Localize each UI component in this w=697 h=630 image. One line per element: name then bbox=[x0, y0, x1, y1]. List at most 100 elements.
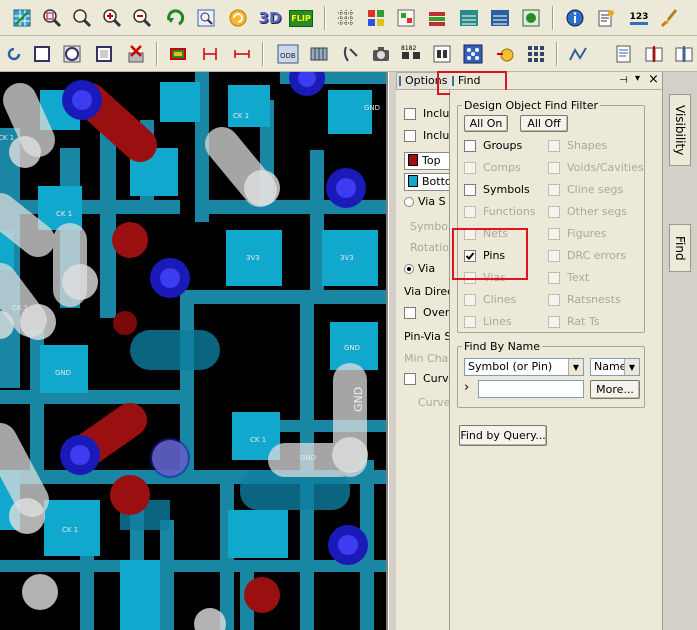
more-button[interactable]: More... bbox=[590, 380, 640, 399]
checkbox-box bbox=[464, 205, 476, 218]
all-off-button[interactable]: All Off bbox=[520, 115, 568, 132]
name-mode-select[interactable]: Name ▼ bbox=[590, 358, 640, 376]
filter-checkbox-symbols[interactable]: Symbols bbox=[464, 183, 530, 196]
select-rectangle-icon[interactable] bbox=[30, 42, 54, 66]
tab-find-side[interactable]: Find bbox=[669, 224, 691, 272]
filter-checkbox-lines[interactable]: Lines bbox=[464, 315, 512, 328]
dropdown-icon[interactable]: ▾ bbox=[635, 73, 640, 84]
swap-icon[interactable] bbox=[430, 42, 454, 66]
pcb-artwork: GND CK 1 CK 1 3V3 3V3 GND GND CK 1 GND C… bbox=[0, 72, 386, 630]
3d-view-icon[interactable]: 3D bbox=[256, 6, 284, 30]
via-array-icon[interactable] bbox=[461, 42, 485, 66]
pin-number-icon[interactable]: 8182 bbox=[398, 42, 424, 66]
close-icon[interactable]: × bbox=[648, 72, 659, 87]
find-name-input[interactable] bbox=[478, 380, 584, 398]
camera-icon[interactable] bbox=[369, 42, 393, 66]
checkbox-box bbox=[548, 205, 560, 218]
filter-checkbox-comps[interactable]: Comps bbox=[464, 161, 521, 174]
name-arrow-icon: › bbox=[464, 380, 470, 395]
override-checkbox[interactable]: Overr bbox=[404, 306, 449, 319]
include-checkbox-1[interactable]: Include bbox=[404, 107, 449, 120]
filter-checkbox-voids-cavities[interactable]: Voids/Cavities bbox=[548, 161, 644, 174]
filter-checkbox-other-segs[interactable]: Other segs bbox=[548, 205, 627, 218]
layer-stack-icon[interactable] bbox=[425, 6, 449, 30]
dimension-vertical-icon[interactable] bbox=[198, 42, 222, 66]
script-icon[interactable] bbox=[338, 42, 362, 66]
filter-checkbox-functions[interactable]: Functions bbox=[464, 205, 536, 218]
redraw-icon[interactable] bbox=[226, 6, 250, 30]
pin-icon[interactable]: ⊣ bbox=[619, 75, 628, 86]
min-channel-label: Min Chan bbox=[404, 352, 449, 365]
filter-checkbox-groups[interactable]: Groups bbox=[464, 139, 522, 152]
zoom-in-icon[interactable] bbox=[100, 6, 124, 30]
select-square-icon[interactable] bbox=[92, 42, 116, 66]
delete-icon[interactable] bbox=[124, 42, 148, 66]
idf-icon[interactable] bbox=[488, 6, 512, 30]
filter-checkbox-drc-errors[interactable]: DRC errors bbox=[548, 249, 626, 262]
component-place-icon[interactable] bbox=[166, 42, 190, 66]
measure-icon[interactable]: 123 bbox=[626, 6, 652, 30]
zoom-previous-icon[interactable] bbox=[163, 6, 187, 30]
shadow-toggle-icon[interactable] bbox=[394, 6, 418, 30]
filter-checkbox-ratsnests[interactable]: Ratsnests bbox=[548, 293, 621, 306]
include-checkbox-2[interactable]: Include bbox=[404, 129, 449, 142]
filter-checkbox-text[interactable]: Text bbox=[548, 271, 589, 284]
paint-brush-icon[interactable] bbox=[658, 6, 682, 30]
grid-refresh-icon[interactable] bbox=[10, 6, 34, 30]
select-circle-icon[interactable] bbox=[60, 42, 84, 66]
book-2-icon[interactable] bbox=[672, 42, 696, 66]
checkbox-box bbox=[548, 227, 560, 240]
panel-splitter[interactable] bbox=[388, 72, 396, 630]
grid-toggle-icon[interactable] bbox=[334, 6, 358, 30]
filter-checkbox-cline-segs[interactable]: Cline segs bbox=[548, 183, 623, 196]
color-dialog-icon[interactable] bbox=[364, 6, 388, 30]
book-icon[interactable] bbox=[642, 42, 666, 66]
via-radio[interactable]: Via bbox=[404, 262, 435, 275]
filter-checkbox-clines[interactable]: Clines bbox=[464, 293, 516, 306]
checkbox-label: Groups bbox=[483, 139, 523, 152]
filter-checkbox-shapes[interactable]: Shapes bbox=[548, 139, 607, 152]
zoom-out-icon[interactable] bbox=[130, 6, 154, 30]
checkbox-box bbox=[464, 315, 476, 328]
find-by-name-legend: Find By Name bbox=[464, 340, 541, 353]
cm-manager-icon[interactable] bbox=[457, 6, 481, 30]
pcb-design-canvas[interactable]: GND CK 1 CK 1 3V3 3V3 GND GND CK 1 GND C… bbox=[0, 72, 388, 630]
all-on-button[interactable]: All On bbox=[464, 115, 508, 132]
checkbox-label: Clines bbox=[483, 293, 517, 306]
filter-checkbox-figures[interactable]: Figures bbox=[548, 227, 606, 240]
bottom-layer-swatch[interactable]: Bottom bbox=[404, 173, 449, 191]
checkbox-box bbox=[548, 139, 560, 152]
settings-grid-icon[interactable] bbox=[519, 6, 543, 30]
chevron-down-icon: ▼ bbox=[568, 359, 583, 375]
find-panel: Design Object Find Filter All On All Off… bbox=[450, 90, 662, 630]
dimension-horizontal-icon[interactable] bbox=[230, 42, 254, 66]
top-layer-swatch[interactable]: Top bbox=[404, 152, 449, 170]
zoom-fit-icon[interactable] bbox=[70, 6, 94, 30]
find-by-query-button[interactable]: Find by Query... bbox=[459, 425, 547, 446]
module-icon[interactable] bbox=[307, 42, 331, 66]
zoom-world-icon[interactable] bbox=[194, 6, 218, 30]
svg-text:8182: 8182 bbox=[401, 45, 416, 52]
report-icon[interactable] bbox=[594, 6, 618, 30]
filter-checkbox-rat-ts[interactable]: Rat Ts bbox=[548, 315, 600, 328]
report-2-icon[interactable] bbox=[612, 42, 636, 66]
object-type-select[interactable]: Symbol (or Pin) ▼ bbox=[464, 358, 584, 376]
curve-checkbox[interactable]: Curve bbox=[404, 372, 449, 385]
rotate-icon[interactable] bbox=[2, 42, 26, 66]
checkbox-label: Comps bbox=[483, 161, 521, 174]
net-label: GND bbox=[344, 344, 360, 352]
route-icon[interactable] bbox=[566, 42, 590, 66]
top-color-icon bbox=[408, 154, 418, 166]
odb-export-icon[interactable]: ODB bbox=[276, 42, 300, 66]
flip-design-icon[interactable]: FLIP bbox=[288, 6, 314, 30]
via-s-radio[interactable]: Via S bbox=[404, 195, 446, 208]
zoom-points-icon[interactable] bbox=[40, 6, 64, 30]
info-icon[interactable] bbox=[563, 6, 587, 30]
tab-visibility[interactable]: Visibility bbox=[669, 94, 691, 166]
add-via-icon[interactable] bbox=[493, 42, 517, 66]
options-panel: Include Include Top Bottom Via S Symbol … bbox=[396, 72, 450, 630]
checkbox-label: Lines bbox=[483, 315, 512, 328]
checkbox-label: Figures bbox=[567, 227, 607, 240]
pin-grid-icon[interactable] bbox=[524, 42, 548, 66]
net-label: GND bbox=[364, 104, 380, 112]
